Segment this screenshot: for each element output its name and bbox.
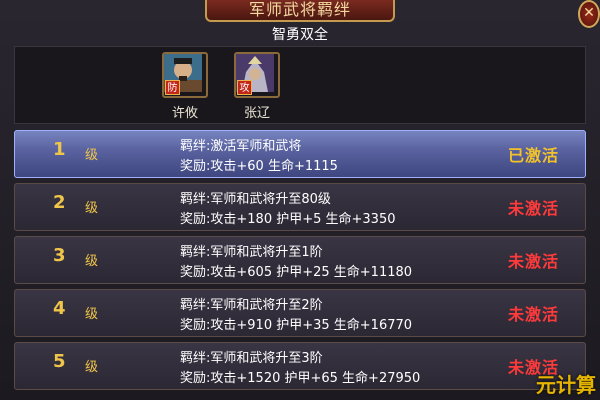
- bond-condition: 羁绊:军师和武将升至3阶: [180, 351, 323, 366]
- bond-reward: 奖励:攻击+910 护甲+35 生命+16770: [180, 318, 413, 333]
- close-icon: ✕: [583, 5, 595, 21]
- level-number: 2: [53, 192, 66, 213]
- hero-portrait-xu-you: 防: [162, 52, 208, 98]
- bond-level-row-3[interactable]: 3 级 羁绊:军师和武将升至1阶 奖励:攻击+605 护甲+25 生命+1118…: [14, 236, 586, 284]
- bond-condition: 羁绊:军师和武将升至2阶: [180, 298, 323, 313]
- bond-level-row-5[interactable]: 5 级 羁绊:军师和武将升至3阶 奖励:攻击+1520 护甲+65 生命+279…: [14, 342, 586, 390]
- level-number: 4: [53, 298, 66, 319]
- level-number: 3: [53, 245, 66, 266]
- hero-name-xu-you: 许攸: [171, 106, 198, 121]
- role-badge-defense: 防: [165, 80, 180, 95]
- level-unit: 级: [85, 360, 99, 375]
- bond-reward: 奖励:攻击+605 护甲+25 生命+11180: [180, 265, 413, 280]
- bond-window: 军师武将羁绊 ✕ 智勇双全 防 许攸 攻 张辽 1 级 羁绊:激活军师和武将 奖…: [0, 0, 600, 400]
- bond-reward: 奖励:攻击+1520 护甲+65 生命+27950: [180, 371, 421, 386]
- hero-panel: 防 许攸 攻 张辽: [14, 46, 586, 124]
- level-unit: 级: [85, 307, 99, 322]
- hero-card-zhang-liao[interactable]: 攻 张辽: [233, 52, 281, 121]
- bond-condition: 羁绊:军师和武将升至80级: [180, 192, 331, 207]
- bond-reward: 奖励:攻击+180 护甲+5 生命+3350: [180, 212, 396, 227]
- status-badge: 未激活: [507, 305, 559, 324]
- status-badge: 未激活: [507, 252, 559, 271]
- title-banner: 军师武将羁绊: [205, 0, 395, 22]
- bond-condition: 羁绊:激活军师和武将: [180, 139, 302, 154]
- level-unit: 级: [85, 148, 99, 163]
- status-badge: 未激活: [507, 199, 559, 218]
- level-number: 1: [53, 139, 66, 160]
- bond-level-row-4[interactable]: 4 级 羁绊:军师和武将升至2阶 奖励:攻击+910 护甲+35 生命+1677…: [14, 289, 586, 337]
- hero-name-zhang-liao: 张辽: [243, 106, 270, 121]
- hero-portrait-zhang-liao: 攻: [234, 52, 280, 98]
- level-number: 5: [53, 351, 66, 372]
- level-unit: 级: [85, 254, 99, 269]
- watermark: 元计算: [536, 373, 596, 397]
- hero-card-xu-you[interactable]: 防 许攸: [161, 52, 209, 121]
- bond-level-row-1[interactable]: 1 级 羁绊:激活军师和武将 奖励:攻击+60 生命+1115 已激活: [14, 130, 586, 178]
- window-title: 军师武将羁绊: [248, 0, 351, 19]
- bond-reward: 奖励:攻击+60 生命+1115: [180, 159, 338, 174]
- bond-set-name: 智勇双全: [272, 27, 328, 43]
- role-badge-attack: 攻: [237, 80, 252, 95]
- bond-condition: 羁绊:军师和武将升至1阶: [180, 245, 323, 260]
- level-unit: 级: [85, 201, 99, 216]
- status-badge: 已激活: [507, 146, 559, 165]
- bond-level-row-2[interactable]: 2 级 羁绊:军师和武将升至80级 奖励:攻击+180 护甲+5 生命+3350…: [14, 183, 586, 231]
